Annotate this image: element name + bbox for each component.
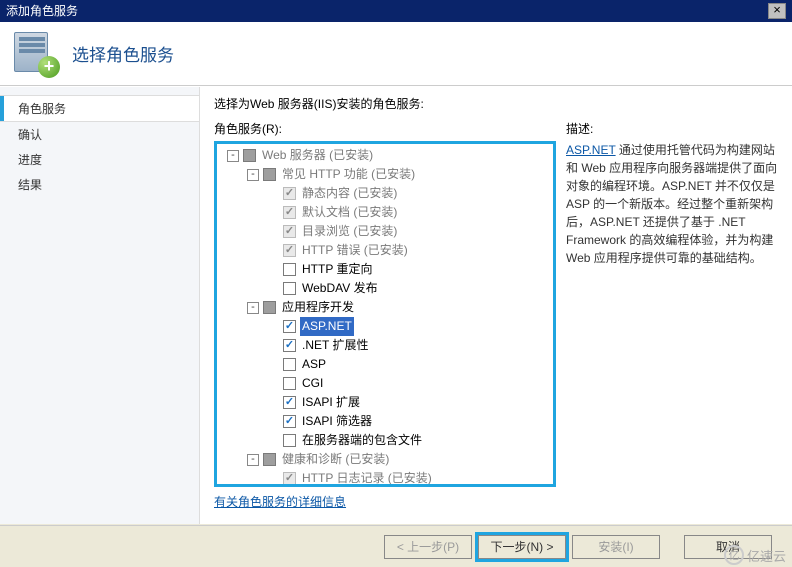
tree-node-label[interactable]: 应用程序开发 [280,298,356,317]
tree-node-label[interactable]: CGI [300,374,325,393]
tree-node[interactable]: -ASP [217,355,553,374]
checkbox[interactable] [283,434,296,447]
sidebar-step-1[interactable]: 确认 [0,122,199,147]
wizard-header: + 选择角色服务 [0,22,792,86]
checkbox [243,149,256,162]
checkbox[interactable] [283,339,296,352]
tree-node-label[interactable]: 常见 HTTP 功能 (已安装) [280,165,417,184]
tree-node-label[interactable]: 默认文档 (已安装) [300,203,399,222]
cancel-button[interactable]: 取消 [684,535,772,559]
checkbox[interactable] [283,358,296,371]
tree-node[interactable]: -HTTP 错误 (已安装) [217,241,553,260]
wizard-footer: < 上一步(P) 下一步(N) > 安装(I) 取消 [0,525,792,567]
role-services-tree[interactable]: -Web 服务器 (已安装)-常见 HTTP 功能 (已安装)-静态内容 (已安… [214,141,556,487]
checkbox[interactable] [283,263,296,276]
checkbox[interactable] [283,396,296,409]
sidebar-step-3[interactable]: 结果 [0,172,199,197]
checkbox[interactable] [283,415,296,428]
sidebar-step-2[interactable]: 进度 [0,147,199,172]
tree-node[interactable]: -WebDAV 发布 [217,279,553,298]
tree-node[interactable]: - 常见 HTTP 功能 (已安装) [217,165,553,184]
tree-node[interactable]: -HTTP 重定向 [217,260,553,279]
tree-node-label[interactable]: Web 服务器 (已安装) [260,146,375,165]
prev-button[interactable]: < 上一步(P) [384,535,472,559]
checkbox[interactable] [283,377,296,390]
checkbox [263,168,276,181]
description-body: 通过使用托管代码为构建网站和 Web 应用程序向服务器端提供了面向对象的编程环境… [566,143,777,265]
tree-node-label[interactable]: HTTP 日志记录 (已安装) [300,469,434,487]
install-button[interactable]: 安装(I) [572,535,660,559]
checkbox [283,225,296,238]
tree-node[interactable]: -静态内容 (已安装) [217,184,553,203]
tree-node-label[interactable]: WebDAV 发布 [300,279,380,298]
expand-toggle[interactable]: - [247,302,259,314]
tree-node-label[interactable]: 健康和诊断 (已安装) [280,450,391,469]
tree-node[interactable]: - 健康和诊断 (已安装) [217,450,553,469]
tree-node[interactable]: -目录浏览 (已安装) [217,222,553,241]
checkbox[interactable] [263,301,276,314]
checkbox[interactable] [283,320,296,333]
expand-toggle[interactable]: - [227,150,239,162]
details-link[interactable]: 有关角色服务的详细信息 [214,493,346,510]
checkbox [283,187,296,200]
tree-node-label[interactable]: 静态内容 (已安装) [300,184,399,203]
tree-label: 角色服务(R): [214,120,556,137]
expand-toggle[interactable]: - [247,454,259,466]
intro-text: 选择为Web 服务器(IIS)安装的角色服务: [214,95,778,112]
sidebar-step-0[interactable]: 角色服务 [0,95,199,122]
tree-node-label[interactable]: ASP.NET [300,317,354,336]
tree-node-label[interactable]: 目录浏览 (已安装) [300,222,399,241]
tree-node-label[interactable]: ASP [300,355,328,374]
next-button[interactable]: 下一步(N) > [478,535,566,559]
desc-label: 描述: [566,120,778,137]
checkbox [283,244,296,257]
checkbox[interactable] [283,282,296,295]
tree-node-label[interactable]: ISAPI 筛选器 [300,412,374,431]
tree-node-label[interactable]: HTTP 重定向 [300,260,374,279]
tree-node[interactable]: -在服务器端的包含文件 [217,431,553,450]
tree-node-label[interactable]: 在服务器端的包含文件 [300,431,424,450]
page-title: 选择角色服务 [72,41,174,66]
checkbox [283,206,296,219]
tree-node-label[interactable]: ISAPI 扩展 [300,393,362,412]
tree-node[interactable]: -ASP.NET [217,317,553,336]
close-button[interactable]: × [768,3,786,19]
tree-node-label[interactable]: HTTP 错误 (已安装) [300,241,410,260]
wizard-sidebar: 角色服务确认进度结果 [0,87,200,524]
titlebar: 添加角色服务 × [0,0,792,22]
checkbox [283,472,296,485]
wizard-main: 选择为Web 服务器(IIS)安装的角色服务: 角色服务(R): -Web 服务… [200,87,792,524]
tree-node[interactable]: -默认文档 (已安装) [217,203,553,222]
tree-node[interactable]: -ISAPI 扩展 [217,393,553,412]
tree-node[interactable]: -CGI [217,374,553,393]
tree-node[interactable]: - Web 服务器 (已安装) [217,146,553,165]
tree-node[interactable]: -.NET 扩展性 [217,336,553,355]
server-add-icon: + [14,32,58,76]
window-title: 添加角色服务 [6,0,78,22]
description-link[interactable]: ASP.NET [566,143,616,157]
tree-node[interactable]: -HTTP 日志记录 (已安装) [217,469,553,487]
tree-node-label[interactable]: .NET 扩展性 [300,336,370,355]
tree-node[interactable]: - 应用程序开发 [217,298,553,317]
description-text: ASP.NET 通过使用托管代码为构建网站和 Web 应用程序向服务器端提供了面… [566,141,778,267]
tree-node[interactable]: -ISAPI 筛选器 [217,412,553,431]
checkbox [263,453,276,466]
expand-toggle[interactable]: - [247,169,259,181]
